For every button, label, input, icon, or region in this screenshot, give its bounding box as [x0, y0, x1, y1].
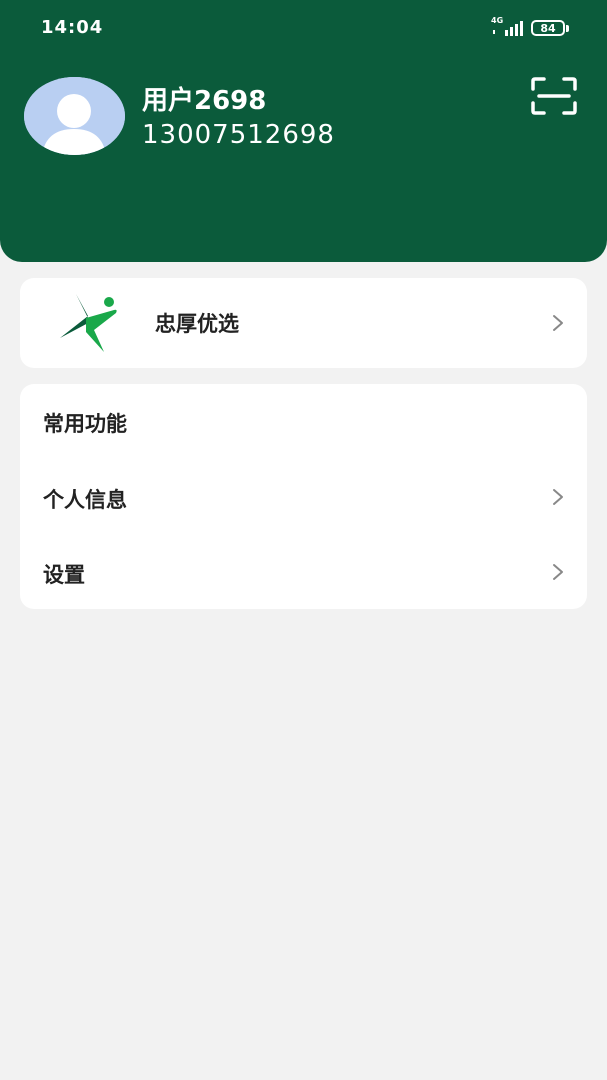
signal-icon: 4G: [491, 16, 523, 38]
status-time: 14:04: [41, 17, 104, 38]
menu-item-personal-info[interactable]: 个人信息: [20, 467, 587, 527]
avatar[interactable]: [24, 77, 125, 155]
status-icons: 4G 84: [491, 16, 569, 39]
default-avatar-icon: [24, 77, 125, 155]
status-bar: 14:04 4G 84: [0, 0, 607, 56]
battery-icon: 84: [531, 20, 569, 36]
brand-card[interactable]: 忠厚优选: [20, 278, 587, 368]
network-type-label: 4G: [491, 16, 504, 25]
menu-item-label: 个人信息: [43, 488, 127, 512]
brand-name: 忠厚优选: [155, 312, 239, 336]
chevron-right-icon: [551, 488, 565, 506]
battery-level: 84: [540, 21, 556, 35]
scan-icon[interactable]: [530, 76, 578, 116]
user-phone: 13007512698: [142, 120, 335, 150]
brand-logo-icon: [58, 292, 128, 354]
menu-item-label: 设置: [43, 563, 85, 587]
chevron-right-icon: [551, 563, 565, 581]
user-name: 用户2698: [142, 86, 267, 116]
section-title: 常用功能: [43, 412, 127, 436]
profile-header: 14:04 4G 84 用户2698 13007512698: [0, 0, 607, 262]
common-functions-card: 常用功能 个人信息 设置: [20, 384, 587, 609]
chevron-right-icon: [551, 314, 565, 332]
menu-item-settings[interactable]: 设置: [20, 542, 587, 602]
